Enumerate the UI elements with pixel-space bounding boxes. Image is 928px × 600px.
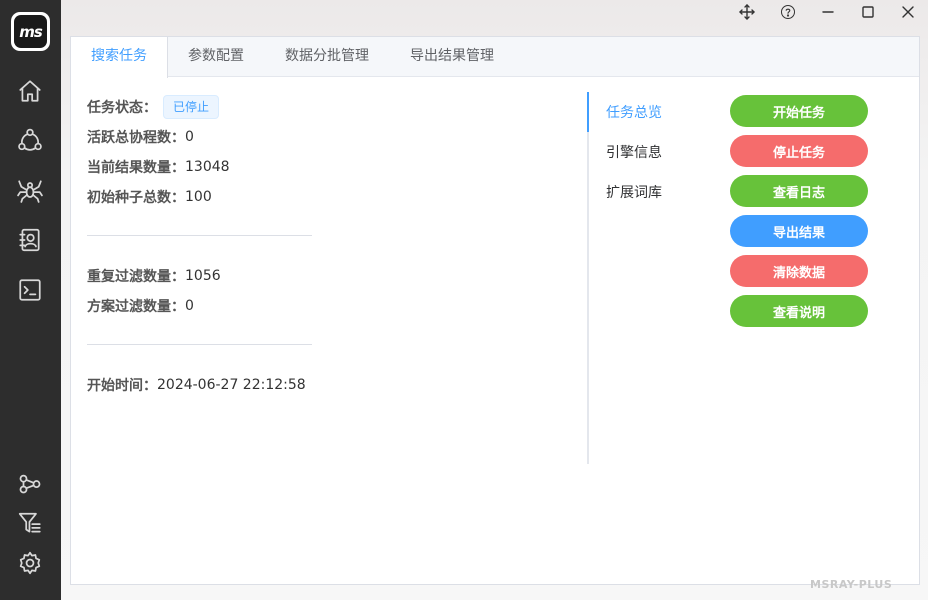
filter-icon[interactable] (15, 508, 45, 538)
main-panel: 搜索任务 参数配置 数据分批管理 导出结果管理 任务状态： 已停止 活跃总协程数… (70, 36, 920, 585)
divider (87, 344, 312, 345)
stat-label: 活跃总协程数： (87, 130, 185, 146)
side-tab-engine-info[interactable]: 引擎信息 (606, 142, 662, 162)
help-icon[interactable] (776, 2, 800, 22)
stat-value: 100 (185, 189, 212, 205)
stat-label: 任务状态： (87, 100, 157, 116)
vertical-divider (587, 92, 589, 464)
tab-bar: 搜索任务 参数配置 数据分批管理 导出结果管理 (71, 37, 919, 78)
spider-icon[interactable] (15, 175, 45, 205)
side-tab-extend-lexicon[interactable]: 扩展词库 (606, 182, 662, 202)
side-tab-task-overview[interactable]: 任务总览 (606, 102, 662, 122)
stat-initial-seeds: 初始种子总数： 100 (87, 187, 212, 207)
home-icon[interactable] (15, 76, 45, 106)
stat-plan-filtered: 方案过滤数量： 0 (87, 296, 194, 316)
stat-value: 1056 (185, 268, 221, 284)
stat-label: 初始种子总数： (87, 190, 185, 206)
stat-start-time: 开始时间： 2024-06-27 22:12:58 (87, 375, 306, 395)
view-help-button[interactable]: 查看说明 (730, 295, 868, 327)
network-icon[interactable] (15, 125, 45, 155)
vertical-active-indicator (587, 92, 589, 132)
terminal-icon[interactable] (15, 275, 45, 305)
view-log-button[interactable]: 查看日志 (730, 175, 868, 207)
clear-data-button[interactable]: 清除数据 (730, 255, 868, 287)
stat-value: 2024-06-27 22:12:58 (157, 377, 306, 393)
stat-dup-filtered: 重复过滤数量： 1056 (87, 266, 221, 286)
maximize-icon[interactable] (856, 2, 880, 22)
export-results-button[interactable]: 导出结果 (730, 215, 868, 247)
app-logo: ms (11, 12, 50, 51)
stat-value: 0 (185, 298, 194, 314)
stat-current-results: 当前结果数量： 13048 (87, 157, 230, 177)
watermark: MSRAY-PLUS (810, 578, 893, 591)
divider (87, 235, 312, 236)
move-icon[interactable] (735, 2, 759, 22)
stat-active-coroutines: 活跃总协程数： 0 (87, 127, 194, 147)
tab-search-task[interactable]: 搜索任务 (71, 37, 168, 78)
share-nodes-icon[interactable] (15, 468, 45, 498)
sidebar: ms (0, 0, 61, 600)
tab-batch-manage[interactable]: 数据分批管理 (265, 37, 390, 77)
start-task-button[interactable]: 开始任务 (730, 95, 868, 127)
tab-export-manage[interactable]: 导出结果管理 (390, 37, 515, 77)
stat-label: 重复过滤数量： (87, 269, 185, 285)
gear-icon[interactable] (15, 548, 45, 578)
tab-param-config[interactable]: 参数配置 (168, 37, 265, 77)
stat-label: 方案过滤数量： (87, 299, 185, 315)
app-logo-text: ms (14, 15, 47, 48)
minimize-icon[interactable] (816, 2, 840, 22)
stat-label: 开始时间： (87, 378, 157, 394)
close-icon[interactable] (896, 2, 920, 22)
stat-value: 13048 (185, 159, 230, 175)
status-badge: 已停止 (163, 95, 220, 119)
stat-value: 0 (185, 129, 194, 145)
stat-task-status: 任务状态： 已停止 (87, 95, 220, 119)
stat-label: 当前结果数量： (87, 160, 185, 176)
stop-task-button[interactable]: 停止任务 (730, 135, 868, 167)
contacts-icon[interactable] (15, 225, 45, 255)
